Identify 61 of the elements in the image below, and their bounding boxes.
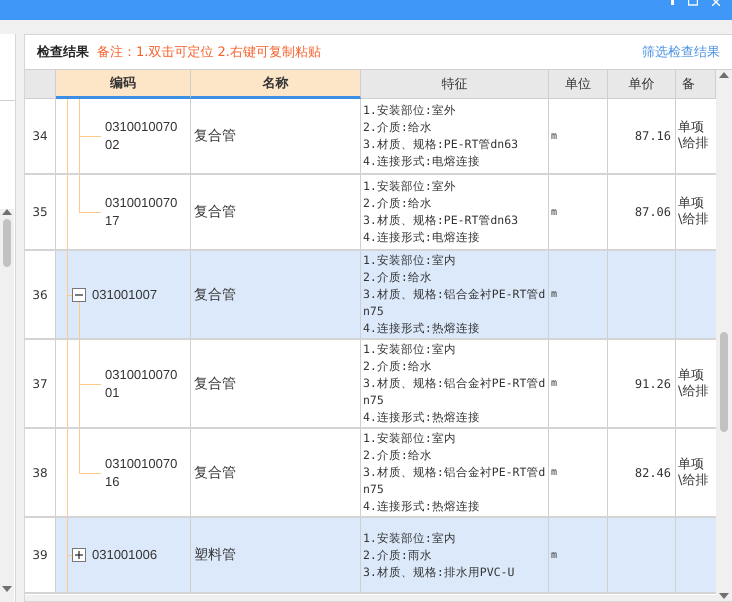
price-text: 87.16 — [634, 129, 672, 143]
column-header[interactable]: 名称 — [191, 70, 361, 99]
code-text: 031001007016 — [105, 454, 178, 490]
scrollbar[interactable] — [716, 70, 732, 601]
code-text: 031001007002 — [105, 118, 178, 154]
close-icon[interactable] — [712, 0, 720, 6]
column-header[interactable]: 备 — [676, 70, 716, 99]
name-text: 复合管 — [193, 203, 236, 221]
maximize-icon[interactable] — [688, 0, 698, 6]
features-text: 1.安装部位:室内 2.介质:给水 3.材质、规格:铝合金衬PE-RT管dn75 4.连接形式:热熔连接 — [362, 341, 546, 426]
price-text: 82.46 — [634, 466, 672, 480]
unit-text: m — [550, 289, 558, 300]
scrollbar[interactable] — [0, 209, 14, 602]
remark-text: 单项 \给排 — [677, 196, 708, 228]
scroll-up-icon[interactable] — [2, 209, 12, 215]
column-header[interactable]: 单位 — [549, 70, 608, 99]
note-text: 备注：1.双击可定位 2.右键可复制粘贴 — [97, 44, 322, 61]
scroll-thumb[interactable] — [720, 332, 728, 432]
code-text: 031001007001 — [105, 366, 178, 402]
code-text: 031001007 — [92, 286, 158, 304]
unit-text: m — [550, 467, 558, 478]
remark-text: 单项 \给排 — [677, 456, 708, 488]
group-row[interactable]: 36 031001007 复合管 1.安装部位:室内 2.介质:给水 3.材质、规格:铝合金衬PE-RT管dn75 4.连接形式:热熔连接 m — [25, 251, 716, 340]
scroll-down-icon[interactable] — [2, 586, 12, 592]
row-number: 34 — [32, 129, 48, 143]
unit-text: m — [550, 378, 558, 389]
features-text: 1.安装部位:室内 2.介质:雨水 3.材质、规格:排水用PVC-U — [362, 530, 516, 580]
unit-text: m — [550, 130, 558, 142]
code-text: 031001006 — [92, 546, 158, 564]
row-number: 35 — [32, 205, 48, 219]
unit-text: m — [550, 206, 558, 218]
expand-icon[interactable] — [72, 548, 86, 562]
collapse-icon[interactable] — [72, 288, 86, 302]
column-header[interactable]: 特征 — [361, 70, 549, 99]
horizontal-scrollbar[interactable] — [25, 595, 716, 601]
column-header[interactable]: 编码 — [56, 70, 191, 99]
features-text: 1.安装部位:室外 2.介质:给水 3.材质、规格:PE-RT管dn63 4.连接形式:电熔连接 — [362, 178, 520, 246]
group-row[interactable]: 39 031001006 塑料管 1.安装部位:室内 2.介质:雨水 3.材质、规格:排水用PVC-U m — [25, 518, 716, 594]
remark-text: 单项 \给排 — [677, 368, 708, 400]
unit-text: m — [550, 550, 558, 560]
column-header[interactable]: 单价 — [608, 70, 676, 99]
price-text: 87.06 — [634, 205, 672, 219]
name-text: 复合管 — [193, 286, 236, 304]
features-text: 1.安装部位:室外 2.介质:给水 3.材质、规格:PE-RT管dn63 4.连接形式:电熔连接 — [362, 102, 520, 170]
row-number: 37 — [32, 376, 48, 390]
row-number: 39 — [32, 548, 48, 562]
panel-title: 检查结果 — [37, 44, 89, 61]
price-text: 91.26 — [634, 376, 672, 390]
row-number: 38 — [32, 466, 48, 480]
code-text: 031001007017 — [105, 194, 178, 230]
name-text: 复合管 — [193, 374, 236, 392]
scroll-up-icon[interactable] — [719, 72, 729, 78]
remark-text: 单项 \给排 — [677, 120, 708, 152]
row-number: 36 — [32, 288, 48, 302]
features-text: 1.安装部位:室内 2.介质:给水 3.材质、规格:铝合金衬PE-RT管dn75 4.连接形式:热熔连接 — [362, 252, 546, 337]
features-text: 1.安装部位:室内 2.介质:给水 3.材质、规格:铝合金衬PE-RT管dn75 4.连接形式:热熔连接 — [362, 430, 546, 515]
name-text: 塑料管 — [193, 546, 236, 564]
scroll-down-icon[interactable] — [719, 593, 729, 599]
scroll-thumb[interactable] — [3, 219, 11, 267]
name-text: 复合管 — [193, 464, 236, 482]
name-text: 复合管 — [193, 127, 236, 145]
